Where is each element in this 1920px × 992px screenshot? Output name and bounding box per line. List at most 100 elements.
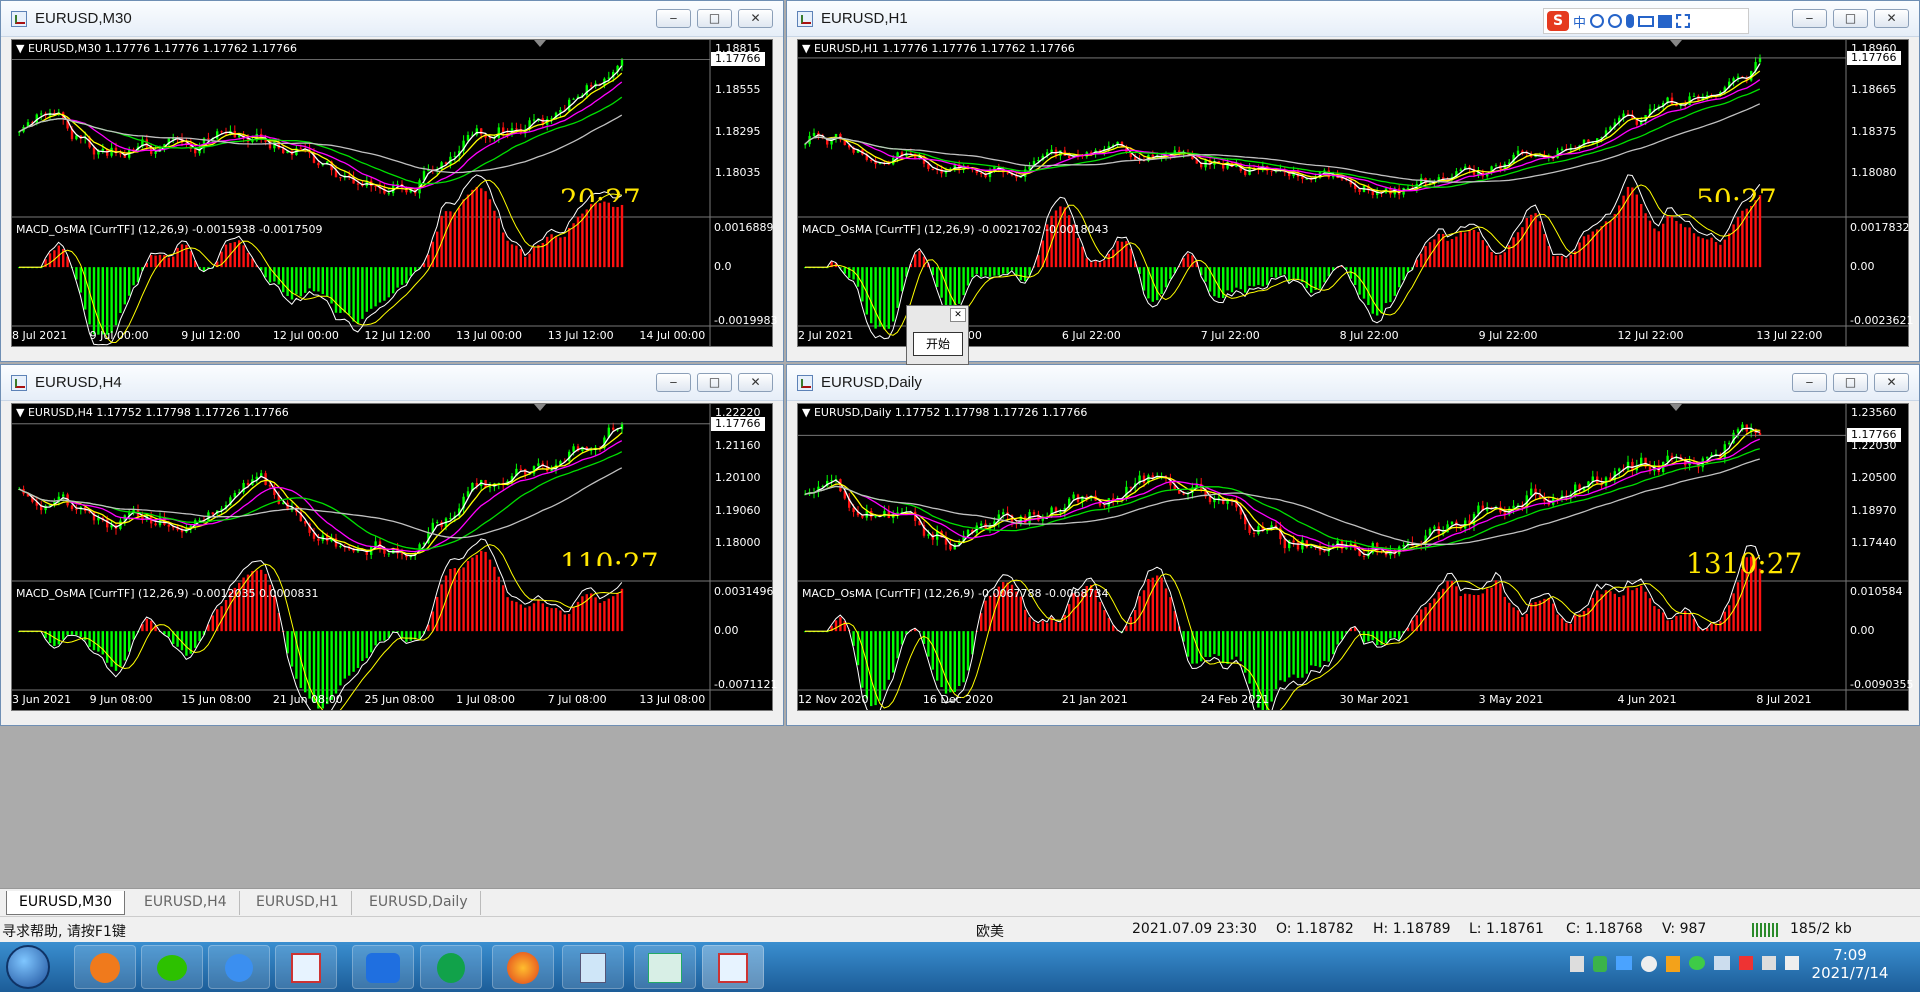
- chart-shift-marker[interactable]: [534, 40, 546, 47]
- macd-bar: [484, 551, 487, 632]
- price-chart-svg: [12, 40, 772, 346]
- maximize-button[interactable]: □: [697, 9, 732, 28]
- moving-average-line: [18, 65, 623, 193]
- macd-bar: [1098, 601, 1102, 632]
- ime-toolbar[interactable]: S 中: [1543, 8, 1749, 34]
- flag-icon[interactable]: [1739, 956, 1753, 970]
- notepad-icon[interactable]: [562, 945, 624, 989]
- moving-average-line: [804, 79, 1761, 192]
- candle: [537, 463, 540, 467]
- sync-icon[interactable]: [1641, 956, 1657, 972]
- macd-bar: [1657, 231, 1660, 268]
- chart-shift-marker[interactable]: [1670, 404, 1682, 411]
- close-button[interactable]: ✕: [738, 9, 773, 28]
- window-titlebar[interactable]: EURUSD,H4 ‒ □ ✕: [1, 365, 783, 401]
- clock[interactable]: 7:09 2021/7/14: [1800, 946, 1900, 982]
- time-axis-label: 7 Jul 22:00: [1200, 329, 1260, 342]
- chart-area[interactable]: ▼ EURUSD,Daily 1.17752 1.17798 1.17726 1…: [797, 403, 1913, 711]
- candle: [207, 138, 210, 140]
- macd-bar: [1019, 596, 1022, 632]
- signal-icon[interactable]: [1785, 956, 1799, 970]
- chart-shift-marker[interactable]: [1670, 40, 1682, 47]
- app-orange-icon[interactable]: [74, 945, 136, 989]
- punctuation-icon[interactable]: [1590, 14, 1605, 28]
- macd-bar: [1288, 267, 1291, 282]
- chart-area[interactable]: ▼ EURUSD,H4 1.17752 1.17798 1.17726 1.17…: [11, 403, 777, 711]
- maximize-button[interactable]: □: [1833, 9, 1868, 28]
- macd-bar: [1596, 229, 1599, 268]
- candle: [339, 177, 342, 179]
- skin-icon[interactable]: [1658, 14, 1673, 28]
- macd-bar: [462, 567, 465, 632]
- macd-bar: [1512, 607, 1515, 632]
- price-scale-label: 1.18000: [715, 536, 761, 550]
- macd-bar: [1710, 623, 1713, 632]
- lanxin-tray-icon[interactable]: [1616, 956, 1632, 970]
- chart-window-h4[interactable]: EURUSD,H4 ‒ □ ✕ ▼ EURUSD,H4 1.17752 1.17798 …: [0, 364, 784, 726]
- maximize-button[interactable]: □: [697, 373, 732, 392]
- macd-bar: [524, 256, 527, 268]
- tab-eurusd-m30[interactable]: EURUSD,M30: [6, 891, 126, 915]
- chart-shift-marker[interactable]: [534, 404, 546, 411]
- chart-window-daily[interactable]: EURUSD,Daily ‒ □ ✕ ▼ EURUSD,Daily 1.17752 1.…: [786, 364, 1920, 726]
- macd-bar: [1640, 203, 1643, 268]
- minimize-button[interactable]: ‒: [1792, 373, 1827, 392]
- keyboard-icon[interactable]: [1638, 15, 1655, 27]
- window-titlebar[interactable]: EURUSD,H1 ‒ □ ✕: [787, 1, 1919, 37]
- macd-bar: [1239, 631, 1242, 662]
- mt4-chart-active-icon[interactable]: [702, 945, 764, 989]
- mt4-chart-icon[interactable]: [275, 945, 337, 989]
- volume-muted-icon[interactable]: [1762, 956, 1776, 970]
- macd-bar: [1103, 260, 1106, 268]
- macd-bar: [1270, 631, 1273, 702]
- window-titlebar[interactable]: EURUSD,M30 ‒ □ ✕: [1, 1, 783, 37]
- macd-bar: [480, 550, 483, 632]
- close-button[interactable]: ✕: [1874, 9, 1909, 28]
- window-titlebar[interactable]: EURUSD,Daily ‒ □ ✕: [787, 365, 1919, 401]
- macd-bar: [572, 223, 575, 268]
- minimize-button[interactable]: ‒: [656, 373, 691, 392]
- trader-app-icon[interactable]: [634, 945, 696, 989]
- chart-window-m30[interactable]: EURUSD,M30 ‒ □ ✕ ▼ EURUSD,M30 1.17776 1.1777…: [0, 0, 784, 362]
- firefox-icon[interactable]: [492, 945, 554, 989]
- green-app-icon[interactable]: [420, 945, 482, 989]
- maximize-button[interactable]: □: [1833, 373, 1868, 392]
- macd-bar: [1054, 622, 1058, 632]
- close-button[interactable]: ✕: [1874, 373, 1909, 392]
- tab-eurusd-h1[interactable]: EURUSD,H1: [244, 891, 352, 915]
- shield-icon[interactable]: [1593, 956, 1607, 972]
- wechat-tray-icon[interactable]: [1689, 956, 1705, 970]
- chart-area[interactable]: ▼ EURUSD,H1 1.17776 1.17776 1.17762 1.17…: [797, 39, 1913, 347]
- emoji-icon[interactable]: [1608, 14, 1623, 28]
- candle: [949, 544, 952, 550]
- macd-bar: [1252, 631, 1256, 699]
- lanxin-icon[interactable]: [352, 945, 414, 989]
- minimize-button[interactable]: ‒: [656, 9, 691, 28]
- moving-average-line: [18, 114, 623, 174]
- wechat-icon[interactable]: [141, 945, 203, 989]
- close-button[interactable]: ✕: [738, 373, 773, 392]
- toolbox-icon[interactable]: [1676, 14, 1691, 28]
- chart-area[interactable]: ▼ EURUSD,M30 1.17776 1.17776 1.17762 1.1…: [11, 39, 777, 347]
- tab-eurusd-daily[interactable]: EURUSD,Daily: [357, 891, 481, 915]
- dialog-close-button[interactable]: ✕: [950, 308, 966, 322]
- macd-bar: [1653, 228, 1656, 268]
- start-orb-icon[interactable]: [6, 945, 50, 989]
- candle: [1129, 486, 1132, 488]
- macd-bar: [79, 631, 82, 637]
- macd-bar: [211, 615, 214, 632]
- start-button[interactable]: 开始: [913, 332, 963, 356]
- candle: [1692, 95, 1696, 97]
- minimize-button[interactable]: ‒: [1792, 9, 1827, 28]
- security-icon[interactable]: [1666, 956, 1680, 972]
- feather-pen-icon[interactable]: [208, 945, 270, 989]
- macd-bar: [295, 267, 298, 295]
- network-icon[interactable]: [1714, 956, 1730, 970]
- tab-eurusd-h4[interactable]: EURUSD,H4: [132, 891, 240, 915]
- macd-bar: [70, 631, 74, 635]
- usb-icon[interactable]: [1570, 956, 1584, 972]
- microphone-icon[interactable]: [1626, 14, 1635, 28]
- macd-bar: [1248, 267, 1251, 286]
- price-scale-label: 1.17440: [1851, 536, 1897, 550]
- ime-mode-toggle[interactable]: 中: [1573, 12, 1586, 31]
